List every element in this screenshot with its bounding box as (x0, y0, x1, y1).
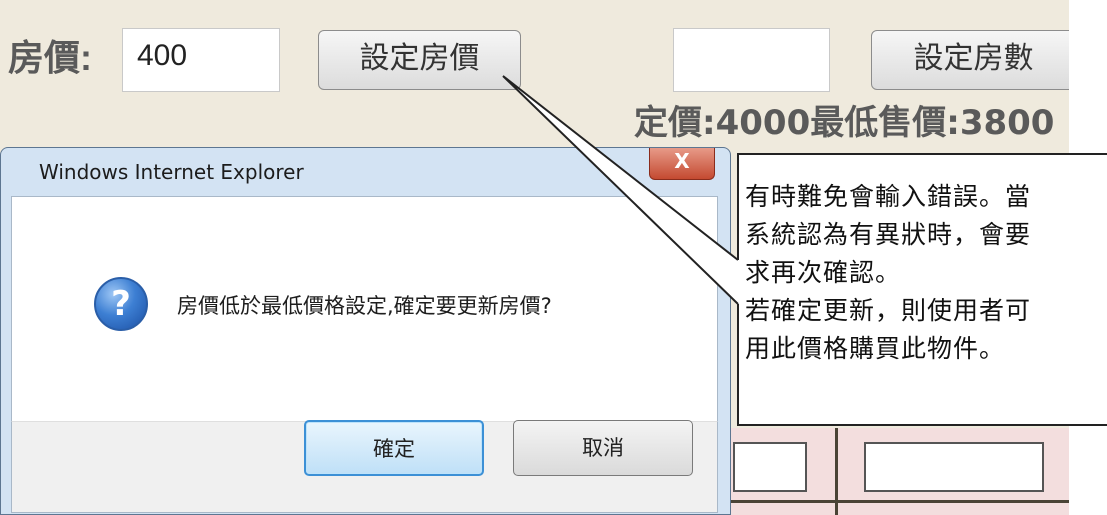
callout-line: 系統認為有異狀時，會要 (745, 220, 1032, 249)
callout-note: 有時難免會輸入錯誤。當 系統認為有異狀時，會要 求再次確認。 若確定更新，則使用… (745, 178, 1100, 368)
callout-line: 求再次確認。 (745, 258, 902, 287)
callout-line: 若確定更新，則使用者可 (745, 296, 1032, 325)
callout-line: 用此價格購買此物件。 (745, 334, 1006, 363)
callout-line: 有時難免會輸入錯誤。當 (745, 182, 1032, 211)
